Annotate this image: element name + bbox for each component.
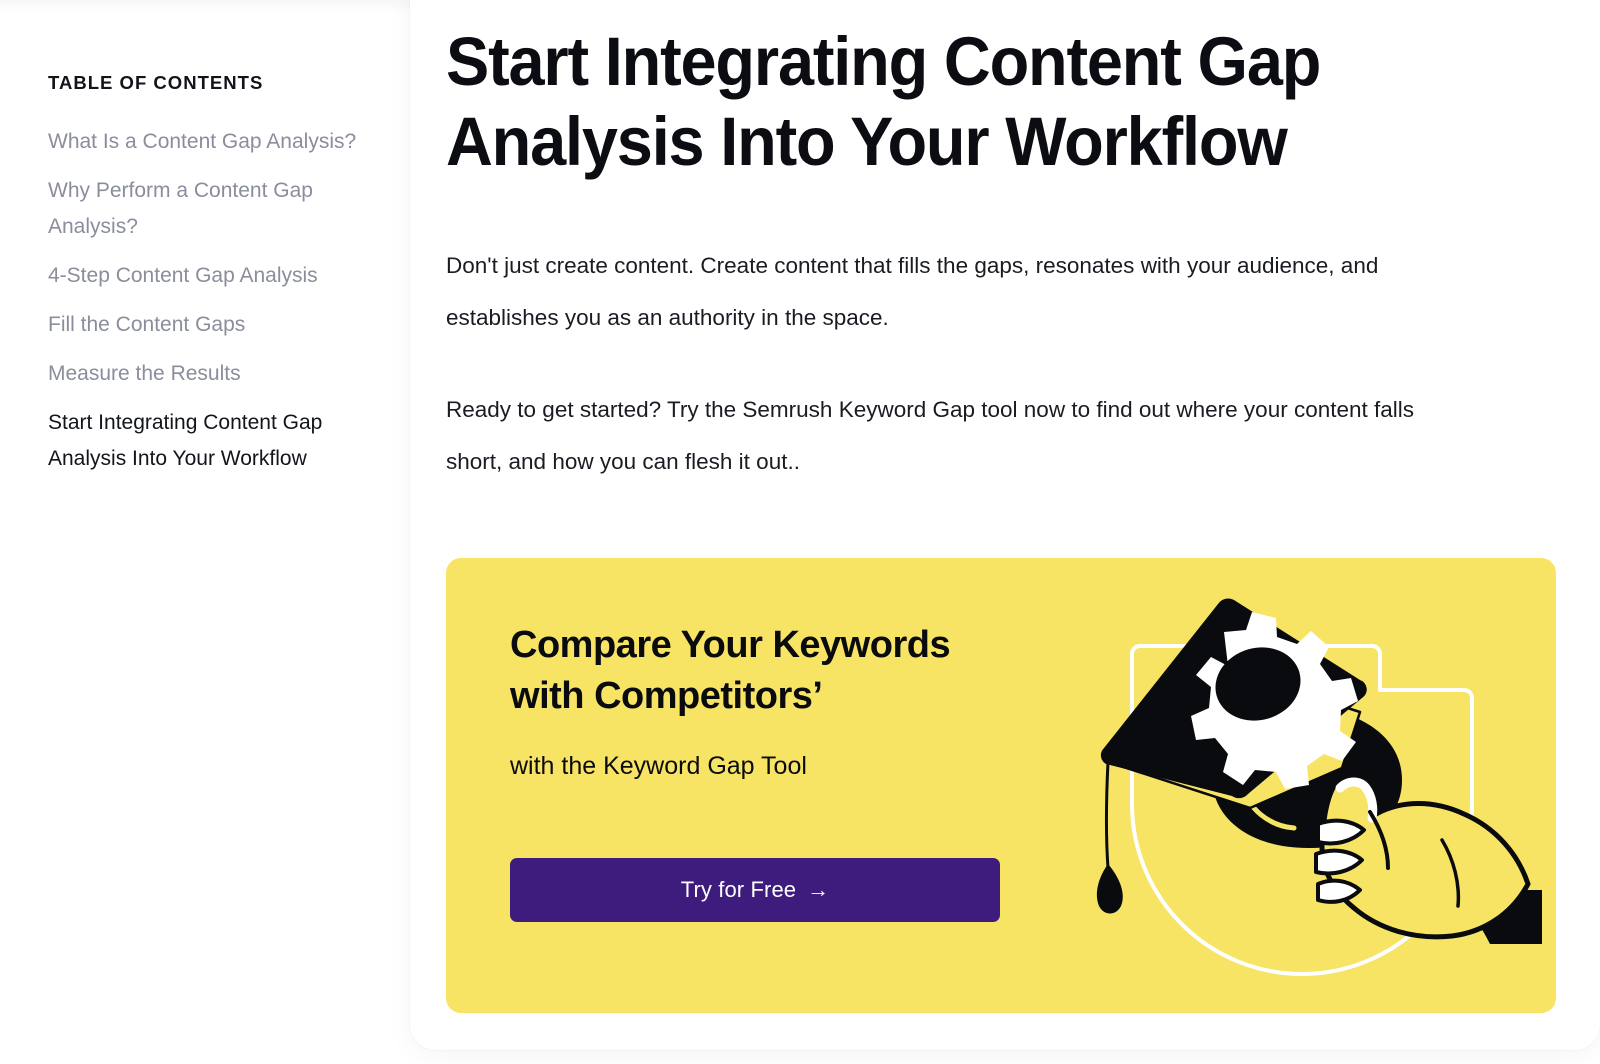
arrow-right-icon: →	[807, 877, 830, 902]
article-content: Start Integrating Content Gap Analysis I…	[446, 0, 1476, 488]
paragraph-1: Don't just create content. Create conten…	[446, 253, 1379, 330]
toc-item-start-integrating-content-gap-analysis-into-your-workflow[interactable]: Start Integrating Content Gap Analysis I…	[48, 405, 360, 477]
page-title: Start Integrating Content Gap Analysis I…	[446, 23, 1321, 180]
try-for-free-button-label: Try for Free	[680, 877, 797, 902]
article-body: Don't just create content. Create conten…	[446, 240, 1476, 488]
promo-text-block: Compare Your Keywords with Competitors’ …	[510, 620, 1030, 782]
toc-heading: TABLE OF CONTENTS	[48, 72, 264, 93]
toc-list: What Is a Content Gap Analysis? Why Perf…	[48, 124, 378, 477]
toc-item-why-perform-a-content-gap-analysis[interactable]: Why Perform a Content Gap Analysis?	[48, 173, 360, 245]
promo-heading: Compare Your Keywords with Competitors’	[510, 624, 951, 717]
promo-subheading: with the Keyword Gap Tool	[510, 752, 807, 780]
toc-item-what-is-a-content-gap-analysis[interactable]: What Is a Content Gap Analysis?	[48, 124, 360, 160]
toc-item-fill-the-content-gaps[interactable]: Fill the Content Gaps	[48, 307, 360, 343]
toc-item-4-step-content-gap-analysis[interactable]: 4-Step Content Gap Analysis	[48, 258, 360, 294]
paragraph-2: Ready to get started? Try the Semrush Ke…	[446, 397, 1415, 474]
graduation-cap-gear-illustration	[1072, 572, 1542, 1002]
promo-banner: Compare Your Keywords with Competitors’ …	[446, 558, 1556, 1013]
table-of-contents: TABLE OF CONTENTS What Is a Content Gap …	[48, 72, 378, 490]
toc-item-measure-the-results[interactable]: Measure the Results	[48, 356, 360, 392]
try-for-free-button[interactable]: Try for Free →	[510, 858, 1000, 922]
